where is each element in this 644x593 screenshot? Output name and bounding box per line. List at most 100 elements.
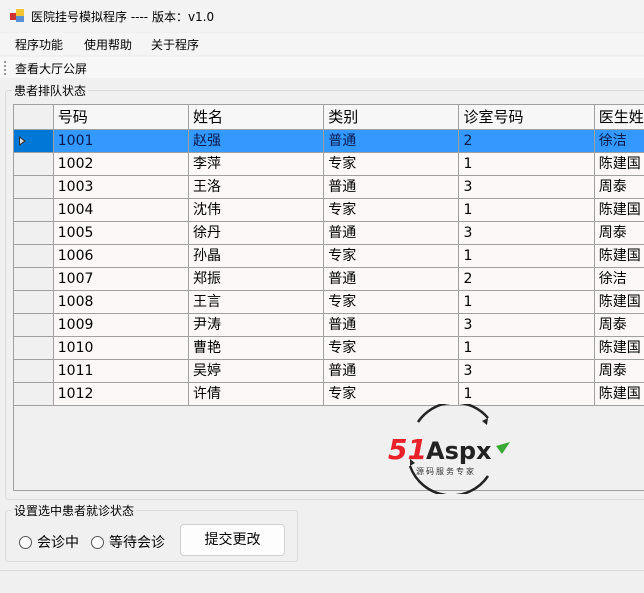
cell-number[interactable]: 1003 bbox=[53, 176, 189, 199]
table-row[interactable]: 1012 许倩 专家 1 陈建国 bbox=[14, 383, 644, 406]
row-header[interactable] bbox=[14, 222, 54, 245]
cell-type[interactable]: 专家 bbox=[324, 383, 460, 406]
cell-doctor[interactable]: 陈建国 bbox=[594, 245, 644, 268]
cell-number[interactable]: 1007 bbox=[53, 268, 189, 291]
menu-program-functions[interactable]: 程序功能 bbox=[15, 36, 63, 53]
cell-number[interactable]: 1006 bbox=[53, 245, 189, 268]
cell-room[interactable]: 3 bbox=[459, 222, 595, 245]
row-header[interactable] bbox=[14, 314, 54, 337]
cell-name[interactable]: 孙晶 bbox=[189, 245, 325, 268]
cell-type[interactable]: 普通 bbox=[324, 130, 460, 153]
radio-circle-icon[interactable] bbox=[19, 535, 32, 549]
row-header[interactable] bbox=[14, 199, 54, 222]
radio-waiting[interactable]: 等待会诊 bbox=[91, 532, 165, 552]
row-header[interactable] bbox=[14, 383, 54, 406]
cell-room[interactable]: 1 bbox=[459, 245, 595, 268]
cell-doctor[interactable]: 周泰 bbox=[594, 176, 644, 199]
cell-room[interactable]: 1 bbox=[459, 383, 595, 406]
cell-room[interactable]: 2 bbox=[459, 130, 595, 153]
row-header[interactable] bbox=[14, 245, 54, 268]
patient-queue-grid[interactable]: 号码 姓名 类别 诊室号码 医生姓名 1001赵强普通2徐洁1002李萍专家1陈… bbox=[13, 104, 644, 491]
table-row[interactable]: 1004 沈伟 专家 1 陈建国 bbox=[14, 199, 644, 222]
cell-doctor[interactable]: 徐洁 bbox=[594, 130, 644, 153]
cell-doctor[interactable]: 陈建国 bbox=[594, 199, 644, 222]
cell-doctor[interactable]: 陈建国 bbox=[594, 153, 644, 176]
cell-name[interactable]: 沈伟 bbox=[189, 199, 325, 222]
cell-number[interactable]: 1009 bbox=[53, 314, 189, 337]
cell-name[interactable]: 郑振 bbox=[189, 268, 325, 291]
cell-type[interactable]: 专家 bbox=[324, 245, 460, 268]
cell-name[interactable]: 王言 bbox=[189, 291, 325, 314]
cell-doctor[interactable]: 陈建国 bbox=[594, 383, 644, 406]
column-header-type[interactable]: 类别 bbox=[324, 105, 460, 130]
table-row[interactable]: 1003 王洛 普通 3 周泰 bbox=[14, 176, 644, 199]
table-row[interactable]: 1007 郑振 普通 2 徐洁 bbox=[14, 268, 644, 291]
menu-about[interactable]: 关于程序 bbox=[151, 36, 199, 53]
cell-name[interactable]: 王洛 bbox=[189, 176, 325, 199]
radio-circle-icon[interactable] bbox=[91, 535, 104, 549]
cell-room[interactable]: 3 bbox=[459, 176, 595, 199]
toolbar-grip[interactable] bbox=[4, 61, 6, 75]
cell-name[interactable]: 徐丹 bbox=[189, 222, 325, 245]
cell-doctor[interactable]: 周泰 bbox=[594, 360, 644, 383]
table-row[interactable]: 1010 曹艳 专家 1 陈建国 bbox=[14, 337, 644, 360]
table-row[interactable]: 1008 王言 专家 1 陈建国 bbox=[14, 291, 644, 314]
cell-number[interactable]: 1012 bbox=[53, 383, 189, 406]
column-header-name[interactable]: 姓名 bbox=[189, 105, 325, 130]
cell-doctor[interactable]: 周泰 bbox=[594, 222, 644, 245]
table-row[interactable]: 1002 李萍 专家 1 陈建国 bbox=[14, 153, 644, 176]
cell-room[interactable]: 3 bbox=[459, 314, 595, 337]
cell-number[interactable]: 1001 bbox=[53, 130, 189, 153]
view-hall-screen-button[interactable]: 查看大厅公屏 bbox=[15, 60, 87, 77]
cell-name[interactable]: 曹艳 bbox=[189, 337, 325, 360]
cell-number[interactable]: 1011 bbox=[53, 360, 189, 383]
cell-type[interactable]: 普通 bbox=[324, 360, 460, 383]
cell-type[interactable]: 专家 bbox=[324, 199, 460, 222]
cell-room[interactable]: 1 bbox=[459, 199, 595, 222]
menu-help[interactable]: 使用帮助 bbox=[84, 36, 132, 53]
column-header-room[interactable]: 诊室号码 bbox=[459, 105, 595, 130]
table-row[interactable]: 1011 吴婷 普通 3 周泰 bbox=[14, 360, 644, 383]
cell-name[interactable]: 吴婷 bbox=[189, 360, 325, 383]
cell-number[interactable]: 1005 bbox=[53, 222, 189, 245]
row-header[interactable] bbox=[14, 360, 54, 383]
cell-number[interactable]: 1004 bbox=[53, 199, 189, 222]
cell-type[interactable]: 专家 bbox=[324, 153, 460, 176]
cell-room[interactable]: 2 bbox=[459, 268, 595, 291]
cell-doctor[interactable]: 周泰 bbox=[594, 314, 644, 337]
row-header[interactable] bbox=[14, 176, 54, 199]
row-header[interactable] bbox=[14, 153, 54, 176]
table-row[interactable]: 1009 尹涛 普通 3 周泰 bbox=[14, 314, 644, 337]
row-header[interactable] bbox=[14, 291, 54, 314]
cell-type[interactable]: 普通 bbox=[324, 222, 460, 245]
cell-type[interactable]: 普通 bbox=[324, 314, 460, 337]
cell-doctor[interactable]: 陈建国 bbox=[594, 337, 644, 360]
cell-room[interactable]: 3 bbox=[459, 360, 595, 383]
cell-type[interactable]: 专家 bbox=[324, 337, 460, 360]
cell-room[interactable]: 1 bbox=[459, 337, 595, 360]
cell-name[interactable]: 赵强 bbox=[189, 130, 325, 153]
submit-changes-button[interactable]: 提交更改 bbox=[180, 524, 285, 556]
row-header[interactable] bbox=[14, 268, 54, 291]
table-row[interactable]: 1001 赵强 普通 2 徐洁 bbox=[14, 130, 644, 153]
row-header[interactable] bbox=[14, 337, 54, 360]
cell-type[interactable]: 专家 bbox=[324, 291, 460, 314]
cell-name[interactable]: 许倩 bbox=[189, 383, 325, 406]
cell-type[interactable]: 普通 bbox=[324, 268, 460, 291]
cell-type[interactable]: 普通 bbox=[324, 176, 460, 199]
cell-number[interactable]: 1002 bbox=[53, 153, 189, 176]
cell-name[interactable]: 李萍 bbox=[189, 153, 325, 176]
column-header-doctor[interactable]: 医生姓名 bbox=[594, 105, 644, 130]
cell-room[interactable]: 1 bbox=[459, 153, 595, 176]
cell-number[interactable]: 1008 bbox=[53, 291, 189, 314]
cell-room[interactable]: 1 bbox=[459, 291, 595, 314]
radio-in-consultation[interactable]: 会诊中 bbox=[19, 532, 79, 552]
cell-doctor[interactable]: 徐洁 bbox=[594, 268, 644, 291]
cell-doctor[interactable]: 陈建国 bbox=[594, 291, 644, 314]
row-header[interactable] bbox=[14, 130, 54, 153]
cell-name[interactable]: 尹涛 bbox=[189, 314, 325, 337]
table-row[interactable]: 1005 徐丹 普通 3 周泰 bbox=[14, 222, 644, 245]
cell-number[interactable]: 1010 bbox=[53, 337, 189, 360]
table-row[interactable]: 1006 孙晶 专家 1 陈建国 bbox=[14, 245, 644, 268]
column-header-number[interactable]: 号码 bbox=[53, 105, 189, 130]
